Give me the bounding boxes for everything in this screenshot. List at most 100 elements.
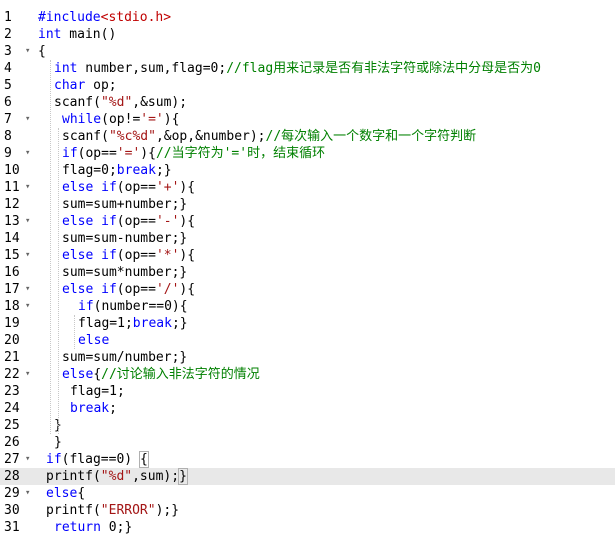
code-text[interactable]: } [54, 434, 62, 451]
line-number: 29 [4, 486, 20, 501]
code-text[interactable]: { [38, 43, 46, 60]
code-line[interactable]: 7 ▾ while(op!='='){ [0, 111, 615, 128]
code-text[interactable]: flag=0;break;} [62, 162, 172, 179]
code-line[interactable]: 25} [0, 417, 615, 434]
fold-toggle-icon[interactable]: ▾ [25, 179, 35, 196]
code-token: flag=0; [62, 163, 117, 178]
code-text[interactable]: printf("ERROR");} [46, 502, 179, 519]
code-text[interactable]: break; [70, 400, 117, 417]
code-token: //flag用来记录是否有非法字符或除法中分母是否为0 [226, 61, 541, 76]
code-token: "%d" [100, 469, 133, 484]
code-text[interactable]: else [78, 332, 109, 349]
code-line[interactable]: 5 char op; [0, 77, 615, 94]
code-text[interactable]: else if(op=='+'){ [62, 179, 195, 196]
code-text[interactable]: else if(op=='*'){ [62, 247, 195, 264]
code-text[interactable]: else{ [46, 485, 85, 502]
fold-toggle-icon[interactable]: ▾ [25, 145, 35, 162]
code-text[interactable]: sum=sum*number;} [62, 264, 187, 281]
code-line[interactable]: 13 ▾ else if(op=='-'){ [0, 213, 615, 230]
code-token: );} [155, 503, 180, 518]
code-line[interactable]: 11 ▾ else if(op=='+'){ [0, 179, 615, 196]
code-token: { [93, 367, 102, 382]
fold-toggle-icon[interactable]: ▾ [25, 43, 35, 60]
fold-toggle-icon[interactable]: ▾ [25, 451, 35, 468]
code-line[interactable]: 3 ▾{ [0, 43, 615, 60]
code-text[interactable]: else if(op=='/'){ [62, 281, 195, 298]
code-text[interactable]: sum=sum/number;} [62, 349, 187, 366]
code-token: (op== [77, 146, 117, 161]
code-line[interactable]: 14 sum=sum-number;} [0, 230, 615, 247]
code-token: op; [85, 78, 117, 93]
code-text[interactable]: #include<stdio.h> [38, 9, 171, 26]
code-text[interactable]: char op; [54, 77, 117, 94]
code-text[interactable]: scanf("%d",&sum); [54, 94, 187, 111]
code-text[interactable]: int main() [38, 26, 116, 43]
code-text[interactable]: if(number==0){ [78, 298, 188, 315]
fold-toggle-icon[interactable]: ▾ [25, 485, 35, 502]
code-token: break [132, 316, 172, 331]
code-text[interactable]: printf("%d",sum);} [46, 468, 188, 485]
code-text[interactable]: int number,sum,flag=0;//flag用来记录是否有非法字符或… [54, 60, 541, 77]
code-token: "%d" [100, 95, 133, 110]
code-line[interactable]: 20 else [0, 332, 615, 349]
code-token: '=' [116, 146, 141, 161]
fold-toggle-icon[interactable]: ▾ [25, 247, 35, 264]
code-line[interactable]: 1 #include<stdio.h> [0, 9, 615, 26]
code-token: break [70, 401, 110, 416]
code-line[interactable]: 4 int number,sum,flag=0;//flag用来记录是否有非法字符… [0, 60, 615, 77]
code-line[interactable]: 24 break; [0, 400, 615, 417]
code-token: int [54, 61, 78, 76]
code-text[interactable]: sum=sum-number;} [62, 230, 187, 247]
indent-guide [50, 60, 51, 434]
code-token: flag=1; [70, 384, 125, 399]
code-line[interactable]: 26} [0, 434, 615, 451]
code-text[interactable]: sum=sum+number;} [62, 196, 187, 213]
code-line[interactable]: 21 sum=sum/number;} [0, 349, 615, 366]
code-text[interactable]: return 0;} [54, 519, 132, 536]
code-line[interactable]: 22 ▾ else{//讨论输入非法字符的情况 [0, 366, 615, 383]
code-token: else [78, 333, 110, 348]
code-line[interactable]: 16 sum=sum*number;} [0, 264, 615, 281]
code-text[interactable]: else if(op=='-'){ [62, 213, 195, 230]
fold-toggle-icon[interactable]: ▾ [25, 111, 35, 128]
code-editor[interactable]: 1 #include<stdio.h> 2 int main() 3 ▾{4 int num… [0, 0, 615, 544]
code-line[interactable]: 27 ▾ if(flag==0) { [0, 451, 615, 468]
code-line[interactable]: 15 ▾ else if(op=='*'){ [0, 247, 615, 264]
code-line[interactable]: 6 scanf("%d",&sum); [0, 94, 615, 111]
code-token: { [77, 486, 86, 501]
code-line[interactable]: 18 ▾ if(number==0){ [0, 298, 615, 315]
code-line[interactable]: 19 flag=1;break;} [0, 315, 615, 332]
code-token: if [78, 299, 94, 314]
code-line[interactable]: 10 flag=0;break;} [0, 162, 615, 179]
code-text[interactable]: else{//讨论输入非法字符的情况 [62, 366, 260, 383]
code-line[interactable]: 31 return 0;} [0, 519, 615, 536]
code-line[interactable]: 9 ▾ if(op=='='){//当字符为'='时，结束循环 [0, 145, 615, 162]
code-text[interactable]: scanf("%c%d",&op,&number);//每次输入一个数字和一个字… [62, 128, 476, 145]
fold-toggle-icon[interactable]: ▾ [25, 213, 35, 230]
code-line[interactable]: 28 printf("%d",sum);} [0, 468, 615, 485]
code-line[interactable]: 30 printf("ERROR");} [0, 502, 615, 519]
code-token: if [62, 146, 78, 161]
code-text[interactable]: flag=1; [70, 383, 125, 400]
code-text[interactable]: if(flag==0) { [46, 451, 149, 468]
fold-toggle-icon[interactable]: ▾ [25, 298, 35, 315]
code-line[interactable]: 29 ▾ else{ [0, 485, 615, 502]
fold-toggle-icon[interactable]: ▾ [25, 281, 35, 298]
code-token: (op!= [101, 112, 141, 127]
code-line[interactable]: 2 int main() [0, 26, 615, 43]
code-line[interactable]: 23 flag=1; [0, 383, 615, 400]
code-line[interactable]: 17 ▾ else if(op=='/'){ [0, 281, 615, 298]
fold-toggle-icon[interactable]: ▾ [25, 366, 35, 383]
code-token: if [46, 452, 62, 467]
line-number: 31 [4, 520, 20, 535]
code-text[interactable]: flag=1;break;} [78, 315, 188, 332]
code-line[interactable]: 8 scanf("%c%d",&op,&number);//每次输入一个数字和一个… [0, 128, 615, 145]
code-text[interactable]: if(op=='='){//当字符为'='时，结束循环 [62, 145, 325, 162]
code-text[interactable]: while(op!='='){ [62, 111, 179, 128]
code-token: ;} [171, 316, 188, 331]
code-token: "%c%d" [108, 129, 156, 144]
code-token: ){ [140, 146, 156, 161]
code-line[interactable]: 12 sum=sum+number;} [0, 196, 615, 213]
line-number: 11 [4, 180, 20, 195]
code-token: (number==0){ [93, 299, 188, 314]
